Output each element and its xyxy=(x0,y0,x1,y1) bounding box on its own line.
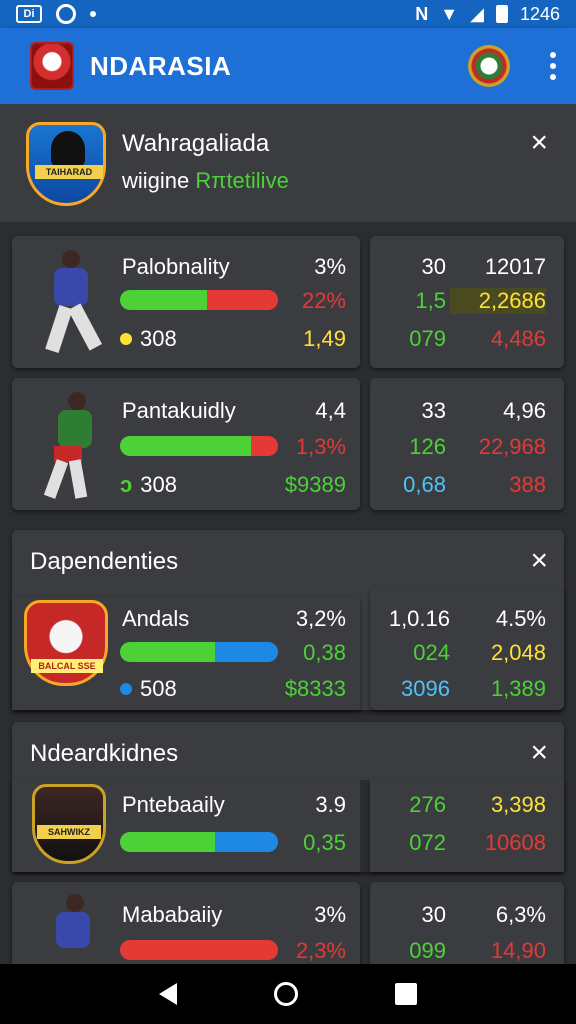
stat-value-2: 0,38 xyxy=(303,640,346,665)
stat-bar xyxy=(120,436,278,456)
stat-cell: 276 xyxy=(409,792,446,817)
stat-bar xyxy=(120,290,278,310)
stat-bar xyxy=(120,940,278,960)
signal-icon: ◢ xyxy=(470,3,484,24)
recent-apps-icon[interactable] xyxy=(395,983,418,1005)
stat-value-3: $9389 xyxy=(284,472,346,497)
stat-panel-right-3[interactable]: 1,0.16 4.5% 024 2,048 3096 1,389 xyxy=(370,588,564,710)
player-icon xyxy=(28,388,112,508)
app-bar: NDARASIA xyxy=(0,28,576,104)
stat-cell: 30 xyxy=(421,254,446,279)
stat-cell: 12017 xyxy=(484,254,546,279)
stat-cell: 4,96 xyxy=(503,398,546,423)
stat-cell: 4,486 xyxy=(490,326,546,351)
nfc-icon: N xyxy=(415,3,429,24)
stat-cell: 2,048 xyxy=(490,640,546,665)
leaf-icon: ɔ xyxy=(120,472,133,497)
stat-panel-left-4[interactable]: SAHWIKZ Pntebaaily 3.9 0,35 xyxy=(12,780,360,872)
main-content: TAIHARAD Wahragaliada wiigine Rπtetilive… xyxy=(0,104,576,964)
stat-cell: 4.5% xyxy=(495,606,546,631)
stat-cell: 10608 xyxy=(484,830,546,855)
stat-cell: 22,968 xyxy=(478,434,546,459)
team-badge: BALCAL SSE xyxy=(24,600,108,686)
stat-cell: 388 xyxy=(509,472,546,497)
stat-panel-right-2[interactable]: 33 4,96 126 22,968 0,68 388 xyxy=(370,378,564,510)
stat-cell: 30 xyxy=(421,902,446,927)
stat-cell: 079 xyxy=(409,326,446,351)
stat-value-2: 1,3% xyxy=(295,434,346,459)
stat-cell: 024 xyxy=(413,640,450,665)
stat-percent: 3,2% xyxy=(295,606,346,631)
stat-label: Pntebaaily xyxy=(122,792,225,817)
stat-percent: 3% xyxy=(314,902,346,927)
stat-percent: 3% xyxy=(314,254,346,279)
stat-cell: 1,5 xyxy=(415,288,446,313)
team-badge: SAHWIKZ xyxy=(32,784,106,864)
status-bar: Di N ▼ ◢ 1246 xyxy=(0,0,576,28)
stat-cell: 33 xyxy=(421,398,446,423)
overflow-menu-icon[interactable] xyxy=(550,52,556,80)
stat-cell: 6,3% xyxy=(495,902,546,927)
team-name: Wahragaliada xyxy=(122,130,270,157)
stat-cell: 0,68 xyxy=(403,472,446,497)
stat-value-3: $8333 xyxy=(284,676,346,701)
stat-panel-left-3[interactable]: BALCAL SSE Andals 3,2% 0,38 508 $8333 xyxy=(12,598,360,710)
stat-label: Andals xyxy=(122,606,190,631)
stat-panel-right-1[interactable]: 30 12017 1,5 2,2686 079 4,486 xyxy=(370,236,564,368)
stat-value-3: 1,49 xyxy=(303,326,346,351)
stat-bar xyxy=(120,642,278,662)
clock: 1246 xyxy=(519,3,560,24)
stat-cell: 099 xyxy=(409,938,446,963)
back-icon[interactable] xyxy=(158,983,177,1005)
notification-icon: Di xyxy=(16,5,42,23)
app-logo xyxy=(30,42,74,90)
stat-cell: 1,0.16 xyxy=(388,606,450,631)
team-subtitle: wiigine Rπtetilive xyxy=(122,168,289,193)
stat-cell: 2,2686 xyxy=(450,288,546,314)
stat-panel-left-5[interactable]: Mababaiiy 3% 2,3% xyxy=(12,882,360,964)
stat-count: ɔ 308 xyxy=(120,472,177,497)
stat-label: Pantakuidly xyxy=(122,398,236,423)
stat-value-2: 0,35 xyxy=(303,830,346,855)
stat-cell: 3096 xyxy=(401,676,450,701)
stat-panel-left-2[interactable]: Pantakuidly 4,4 1,3% ɔ 308 $9389 xyxy=(12,378,360,510)
stat-cell: 072 xyxy=(409,830,446,855)
stat-panel-right-5[interactable]: 30 6,3% 099 14,90 xyxy=(370,882,564,964)
stat-cell: 3,398 xyxy=(490,792,546,817)
app-title: NDARASIA xyxy=(90,50,232,81)
stat-panel-right-4[interactable]: 276 3,398 072 10608 xyxy=(370,780,564,872)
stat-panel-left-1[interactable]: Palobnality 3% 22% 308 1,49 xyxy=(12,236,360,368)
close-button[interactable]: × xyxy=(530,546,548,576)
section-title: Dapendenties xyxy=(30,548,179,575)
stat-cell: 1,389 xyxy=(490,676,546,701)
stat-value-2: 2,3% xyxy=(295,938,346,963)
stat-label: Palobnality xyxy=(122,254,230,279)
stat-count: 508 xyxy=(120,676,177,702)
close-button[interactable]: × xyxy=(530,738,548,768)
close-button[interactable]: × xyxy=(530,128,548,158)
sync-icon xyxy=(56,4,76,24)
stat-value-2: 22% xyxy=(301,288,346,313)
wifi-icon: ▼ xyxy=(440,3,459,24)
stat-cell: 14,90 xyxy=(490,938,546,963)
stat-count: 308 xyxy=(120,326,177,352)
home-icon[interactable] xyxy=(273,982,298,1006)
player-icon xyxy=(28,890,112,964)
stat-percent: 3.9 xyxy=(315,792,346,817)
system-nav-bar xyxy=(0,964,576,1024)
league-crest-icon[interactable] xyxy=(468,45,510,87)
team-header-card: TAIHARAD Wahragaliada wiigine Rπtetilive… xyxy=(0,104,576,222)
yellow-dot-icon xyxy=(120,333,132,345)
stat-cell: 126 xyxy=(409,434,446,459)
stat-percent: 4,4 xyxy=(315,398,346,423)
player-icon xyxy=(28,246,112,366)
stat-label: Mababaiiy xyxy=(122,902,223,927)
section-title: Ndeardkidnes xyxy=(30,740,179,767)
team-badge: TAIHARAD xyxy=(26,122,106,206)
blue-dot-icon xyxy=(120,683,132,695)
battery-icon xyxy=(495,5,508,23)
stat-bar xyxy=(120,832,278,852)
dot-icon xyxy=(90,11,96,17)
